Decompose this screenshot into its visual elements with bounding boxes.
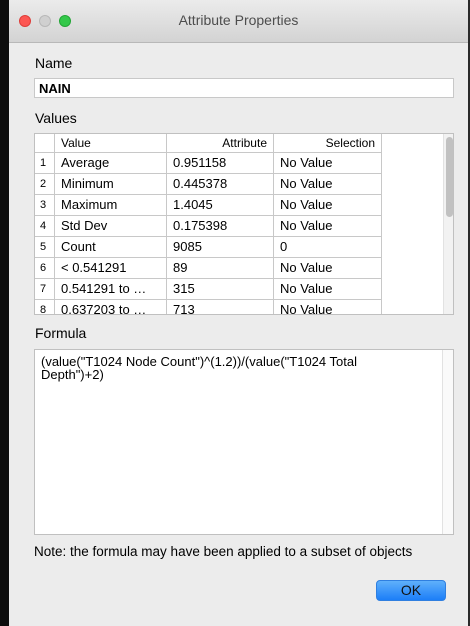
- table-vertical-scrollbar[interactable]: [443, 134, 453, 314]
- window-title: Attribute Properties: [178, 12, 299, 28]
- column-header-selection[interactable]: Selection: [274, 134, 382, 153]
- value-cell[interactable]: 0.541291 to …: [55, 279, 167, 300]
- title-bar: Attribute Properties: [9, 0, 468, 43]
- formula-scrollbar[interactable]: [442, 350, 453, 534]
- formula-text-line-2: Depth")+2): [41, 367, 104, 382]
- value-cell[interactable]: Maximum: [55, 195, 167, 216]
- name-input[interactable]: NAIN: [34, 78, 454, 98]
- value-cell[interactable]: < 0.541291: [55, 258, 167, 279]
- scrollbar-thumb[interactable]: [446, 137, 453, 217]
- attribute-cell[interactable]: 713: [167, 300, 274, 314]
- attribute-cell[interactable]: 89: [167, 258, 274, 279]
- formula-label: Formula: [35, 325, 87, 341]
- selection-cell[interactable]: No Value: [274, 300, 382, 314]
- row-number: 6: [35, 258, 55, 279]
- row-number: 7: [35, 279, 55, 300]
- column-header-value[interactable]: Value: [55, 134, 167, 153]
- background-edge: [0, 0, 9, 626]
- formula-note: Note: the formula may have been applied …: [34, 544, 413, 559]
- attribute-cell[interactable]: 315: [167, 279, 274, 300]
- name-label: Name: [35, 55, 73, 71]
- table-row[interactable]: 6 < 0.541291 89 No Value: [35, 258, 441, 279]
- attribute-cell[interactable]: 9085: [167, 237, 274, 258]
- selection-cell[interactable]: No Value: [274, 216, 382, 237]
- selection-cell[interactable]: No Value: [274, 279, 382, 300]
- ok-button[interactable]: OK: [376, 580, 446, 601]
- row-number-header: [35, 134, 55, 153]
- values-table: Value Attribute Selection 1 Average 0.95…: [34, 133, 454, 315]
- table-row[interactable]: 2 Minimum 0.445378 No Value: [35, 174, 441, 195]
- selection-cell[interactable]: No Value: [274, 174, 382, 195]
- row-number: 4: [35, 216, 55, 237]
- table-row[interactable]: 1 Average 0.951158 No Value: [35, 153, 441, 174]
- row-number: 2: [35, 174, 55, 195]
- row-number: 3: [35, 195, 55, 216]
- table-row[interactable]: 3 Maximum 1.4045 No Value: [35, 195, 441, 216]
- value-cell[interactable]: Count: [55, 237, 167, 258]
- selection-cell[interactable]: No Value: [274, 195, 382, 216]
- attribute-cell[interactable]: 0.951158: [167, 153, 274, 174]
- value-cell[interactable]: Minimum: [55, 174, 167, 195]
- column-header-attribute[interactable]: Attribute: [167, 134, 274, 153]
- table-row[interactable]: 4 Std Dev 0.175398 No Value: [35, 216, 441, 237]
- attribute-properties-dialog: Attribute Properties Name NAIN Values Va…: [9, 0, 468, 626]
- formula-textarea[interactable]: (value("T1024 Node Count")^(1.2))/(value…: [34, 349, 454, 535]
- value-cell[interactable]: Std Dev: [55, 216, 167, 237]
- row-number: 5: [35, 237, 55, 258]
- attribute-cell[interactable]: 1.4045: [167, 195, 274, 216]
- values-label: Values: [35, 110, 77, 126]
- table-row[interactable]: 7 0.541291 to … 315 No Value: [35, 279, 441, 300]
- row-number: 8: [35, 300, 55, 314]
- attribute-cell[interactable]: 0.175398: [167, 216, 274, 237]
- row-number: 1: [35, 153, 55, 174]
- selection-cell[interactable]: No Value: [274, 258, 382, 279]
- table-header: Value Attribute Selection: [35, 134, 441, 153]
- table-row[interactable]: 8 0.637203 to … 713 No Value: [35, 300, 441, 314]
- value-cell[interactable]: Average: [55, 153, 167, 174]
- selection-cell[interactable]: 0: [274, 237, 382, 258]
- table-row[interactable]: 5 Count 9085 0: [35, 237, 441, 258]
- attribute-cell[interactable]: 0.445378: [167, 174, 274, 195]
- value-cell[interactable]: 0.637203 to …: [55, 300, 167, 314]
- selection-cell[interactable]: No Value: [274, 153, 382, 174]
